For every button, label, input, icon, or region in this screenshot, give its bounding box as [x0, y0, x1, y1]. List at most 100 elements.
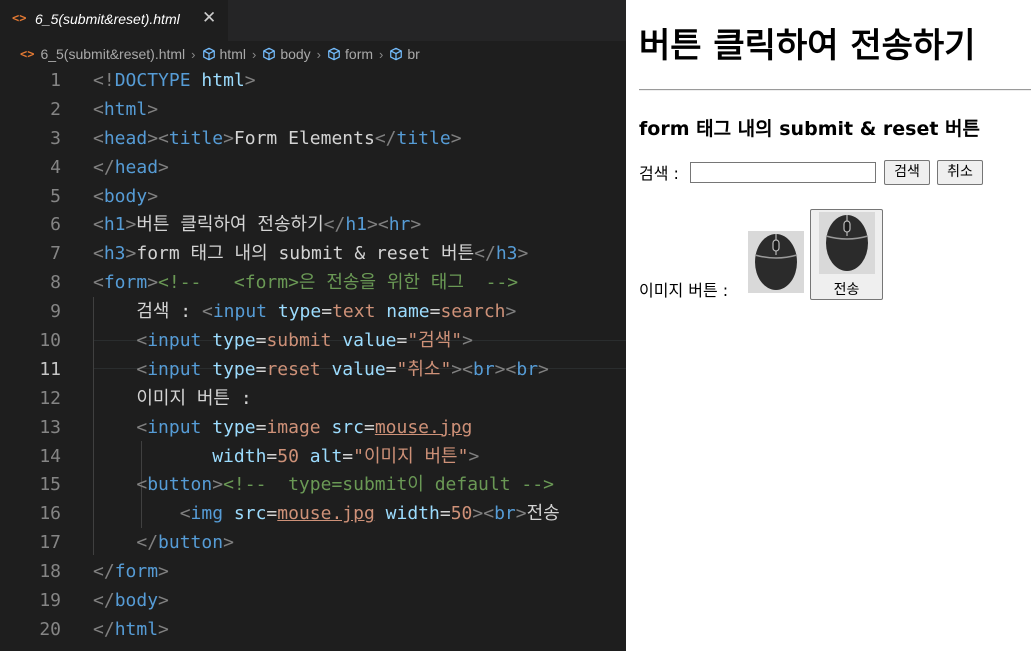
code-line[interactable]: 13 <input type=image src=mouse.jpg	[0, 414, 626, 443]
code-token: html	[201, 70, 245, 91]
code-token: image	[266, 416, 321, 438]
reset-button[interactable]: 취소	[937, 160, 983, 185]
code-line[interactable]: 9 검색 : <input type=text name=search>	[0, 298, 626, 327]
submit-button[interactable]: 검색	[884, 160, 930, 185]
code-line[interactable]: 6 <h1>버튼 클릭하여 전송하기</h1><hr>	[0, 211, 626, 240]
code-token: br	[516, 358, 539, 380]
tab-label: 6_5(submit&reset).html	[35, 11, 180, 27]
code-token: >	[450, 127, 462, 149]
code-token: 버튼 클릭하여 전송하기	[136, 214, 324, 236]
code-text: </form>	[93, 558, 169, 587]
code-line[interactable]: 15 <button><!-- type=submit이 default -->	[0, 471, 626, 500]
code-token: >	[158, 561, 169, 583]
code-token: <	[136, 474, 148, 496]
code-line[interactable]: 2 <html>	[0, 96, 626, 125]
code-token: >	[223, 532, 234, 554]
chevron-right-icon: ›	[251, 46, 257, 62]
code-token: <!-- type=submit이 default -->	[223, 474, 554, 496]
code-token: <	[93, 272, 104, 294]
breadcrumb-item-label: form	[345, 46, 374, 62]
breadcrumb-item-body[interactable]: body	[262, 46, 311, 62]
line-number: 8	[50, 272, 61, 294]
code-line[interactable]: 14 width=50 alt="이미지 버튼">	[0, 443, 626, 472]
code-token: =	[255, 358, 267, 380]
breadcrumb: <> 6_5(submit&reset).html › html › body › for…	[0, 41, 626, 67]
code-token: html	[114, 618, 159, 640]
code-editor[interactable]: <> 6_5(submit&reset).html ✕ <> 6_5(submi…	[0, 0, 626, 651]
code-token: >	[212, 474, 224, 496]
code-line[interactable]: 1 <!DOCTYPE html>	[0, 67, 626, 96]
code-token: <	[93, 214, 104, 236]
code-line[interactable]: 4 </head>	[0, 154, 626, 183]
mouse-image-button[interactable]	[748, 231, 804, 293]
search-label: 검색 :	[639, 164, 679, 183]
search-input[interactable]	[690, 162, 876, 183]
code-token: =	[321, 301, 333, 323]
code-token: >	[147, 272, 159, 294]
code-line[interactable]: 12 이미지 버튼 :	[0, 385, 626, 414]
code-line[interactable]: 10 <input type=submit value="검색">	[0, 327, 626, 356]
breadcrumb-item-label: br	[407, 46, 420, 62]
code-text: <button><!-- type=submit이 default -->	[93, 471, 554, 500]
code-token: br	[472, 358, 495, 380]
code-token: =	[363, 416, 375, 438]
code-token: h1	[345, 214, 368, 236]
close-icon[interactable]: ✕	[202, 8, 216, 28]
code-token: >	[147, 185, 159, 207]
code-token: h3	[103, 243, 126, 265]
code-token: 전송	[526, 503, 560, 525]
code-token: >	[462, 330, 473, 352]
code-token: DOCTYPE	[114, 70, 191, 91]
code-line[interactable]: 7 <h3>form 태그 내의 submit & reset 버튼</h3>	[0, 240, 626, 269]
breadcrumb-item-html[interactable]: html	[202, 46, 246, 62]
html-file-icon: <>	[20, 47, 35, 61]
horizontal-rule	[639, 89, 1031, 91]
code-line[interactable]: 20 </html>	[0, 616, 626, 645]
code-line[interactable]: 11 <input type=reset value="취소"><br><br>	[0, 356, 626, 385]
breadcrumb-file[interactable]: 6_5(submit&reset).html	[40, 46, 185, 62]
code-token: value	[342, 330, 397, 352]
code-line[interactable]: 8 <form><!-- <form>은 전송을 위한 태그 -->	[0, 269, 626, 298]
code-line[interactable]: 17 </button>	[0, 529, 626, 558]
code-token: <!	[93, 70, 115, 91]
code-token: src	[233, 503, 267, 525]
code-line[interactable]: 5 <body>	[0, 183, 626, 212]
send-button[interactable]: 전송	[810, 209, 883, 300]
tab-file[interactable]: <> 6_5(submit&reset).html ✕	[0, 0, 228, 41]
code-token: submit	[266, 330, 332, 352]
code-text: <img src=mouse.jpg width=50><br>전송	[93, 500, 560, 529]
code-token: <	[93, 98, 104, 120]
code-text: <!DOCTYPE html>	[93, 67, 256, 96]
code-token: <	[201, 301, 213, 323]
code-line[interactable]: 3 <head><title>Form Elements</title>	[0, 125, 626, 154]
code-token: ><	[451, 358, 473, 380]
code-text: <input type=image src=mouse.jpg	[93, 414, 472, 443]
code-token: </	[93, 561, 115, 583]
code-token: ><	[494, 358, 517, 380]
code-token: =	[255, 330, 267, 352]
code-token: 이미지 버튼 :	[93, 387, 252, 409]
line-number: 5	[50, 185, 61, 207]
code-line[interactable]: 16 <img src=mouse.jpg width=50><br>전송	[0, 500, 626, 529]
code-token: input	[147, 330, 202, 352]
code-token: 50	[450, 503, 473, 525]
code-token: >	[505, 301, 517, 323]
code-text: </html>	[93, 616, 169, 645]
breadcrumb-item-label: body	[280, 46, 311, 62]
code-line[interactable]: 19 </body>	[0, 587, 626, 616]
code-token: html	[103, 98, 148, 120]
code-token: input	[147, 358, 202, 380]
line-number: 4	[50, 156, 61, 178]
code-token: <!-- <form>은 전송을 위한 태그 -->	[158, 272, 519, 294]
breadcrumb-item-br[interactable]: br	[389, 46, 420, 62]
breadcrumb-item-form[interactable]: form	[327, 46, 373, 62]
code-line[interactable]: 18 </form>	[0, 558, 626, 587]
code-area[interactable]: 1 <!DOCTYPE html> 2 <html> 3 <head><title>For…	[0, 67, 626, 645]
code-token: body	[114, 590, 159, 612]
line-number: 7	[50, 243, 61, 265]
